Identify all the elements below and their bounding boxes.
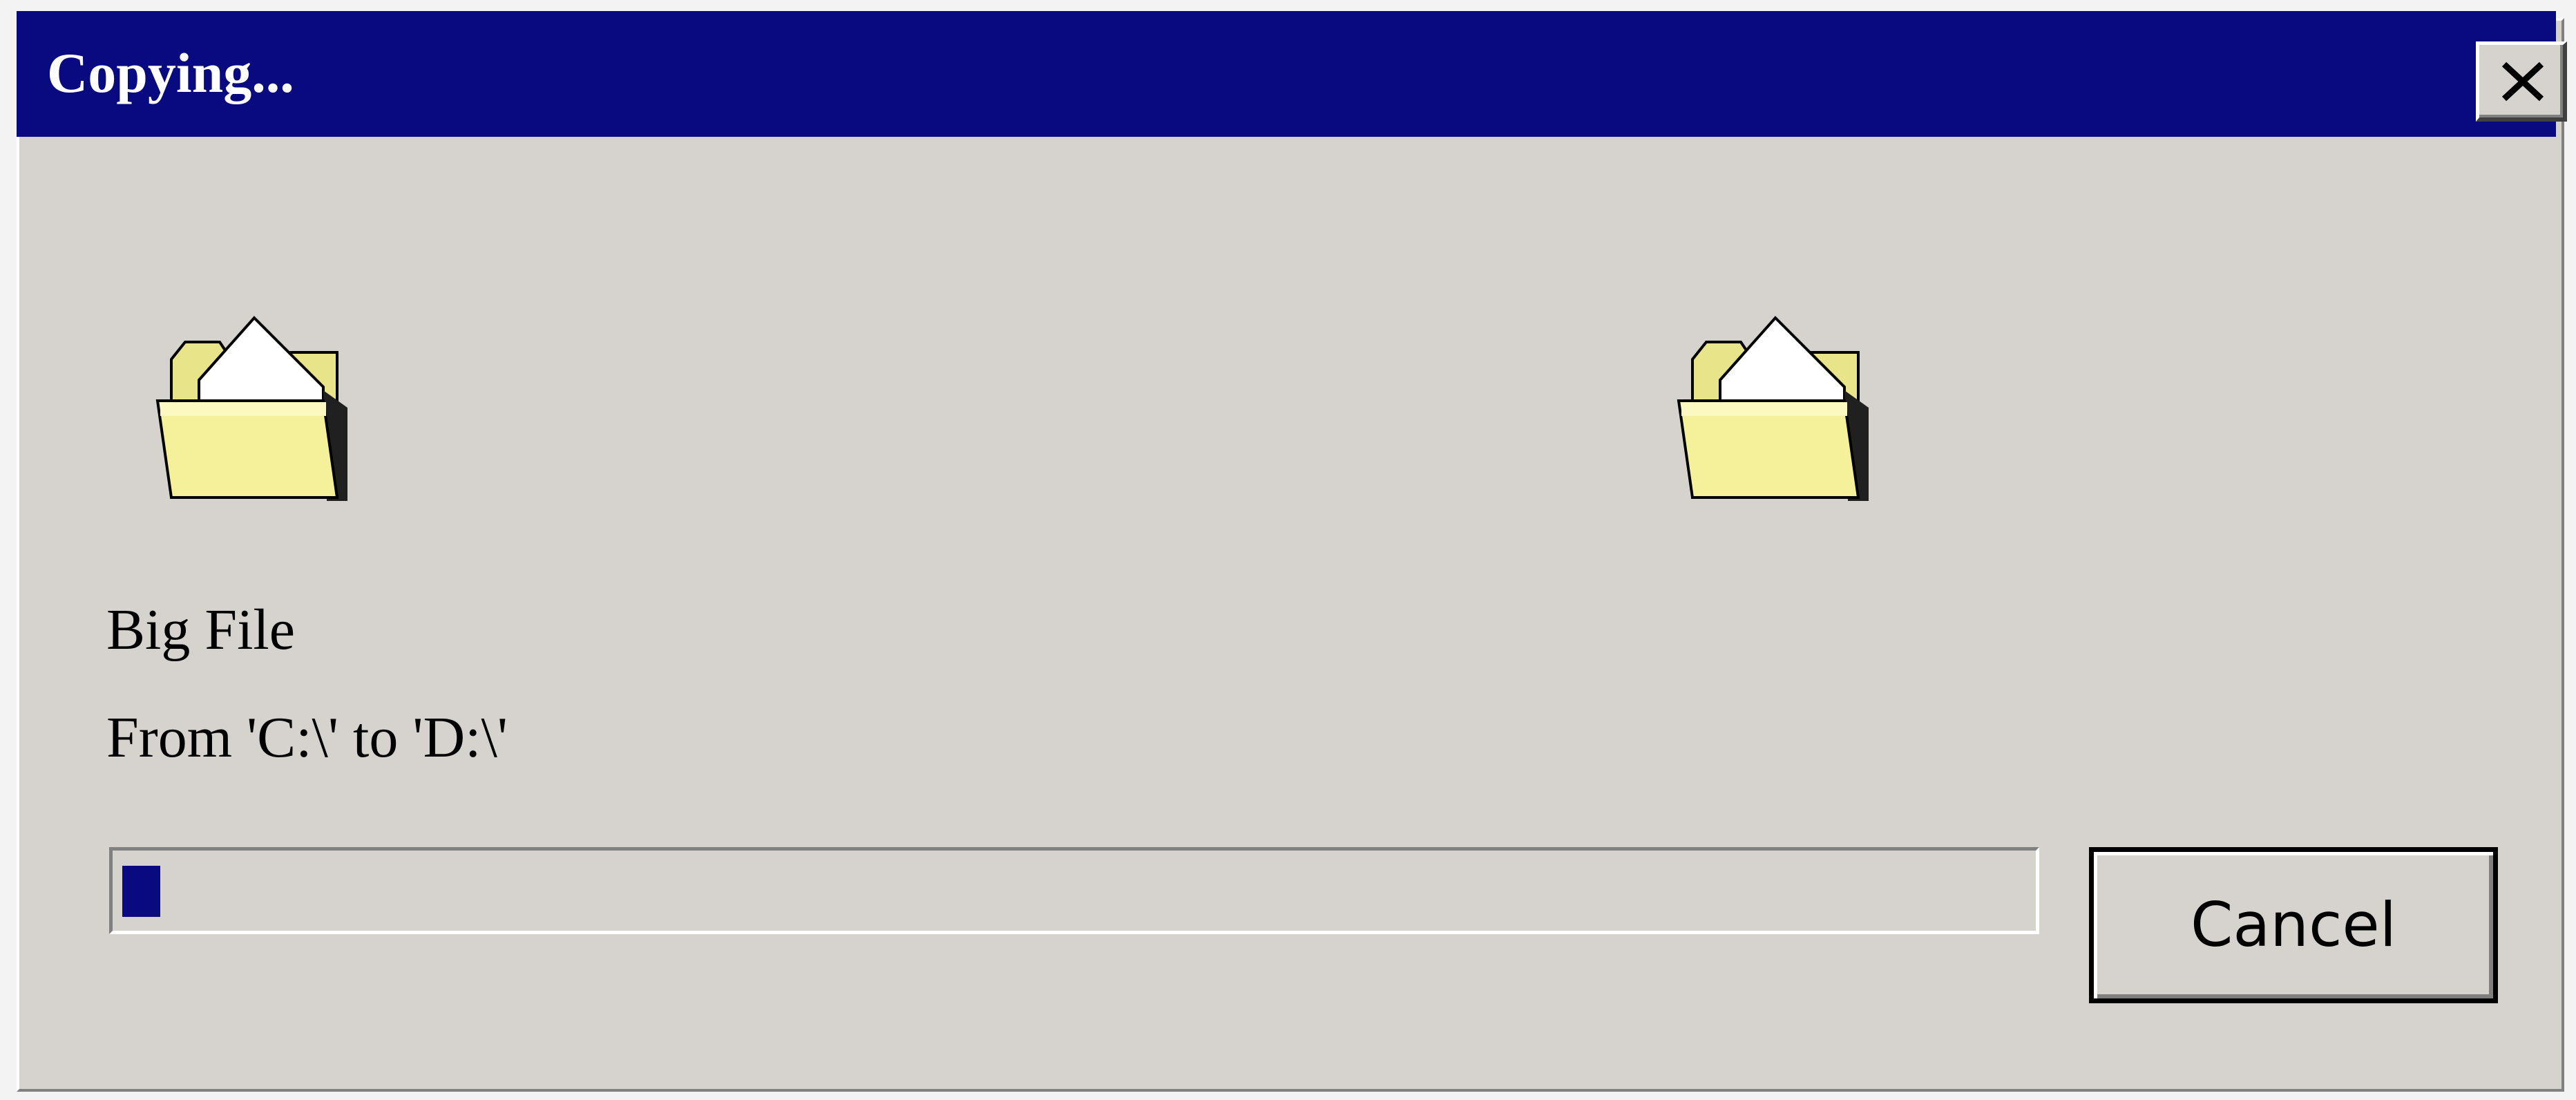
- title-bar[interactable]: Copying...: [17, 11, 2567, 137]
- copy-progress-bar: [109, 847, 2039, 934]
- close-icon: [2501, 61, 2544, 102]
- close-button[interactable]: [2476, 41, 2567, 122]
- copy-path-label: From 'C:\' to 'D:\': [106, 705, 508, 770]
- file-name-label: Big File: [106, 598, 296, 662]
- dialog-title: Copying...: [47, 41, 294, 104]
- cancel-button[interactable]: Cancel: [2089, 847, 2498, 1003]
- progress-fill: [122, 866, 160, 917]
- source-folder-icon: [151, 304, 372, 515]
- destination-folder-icon: [1672, 304, 1893, 515]
